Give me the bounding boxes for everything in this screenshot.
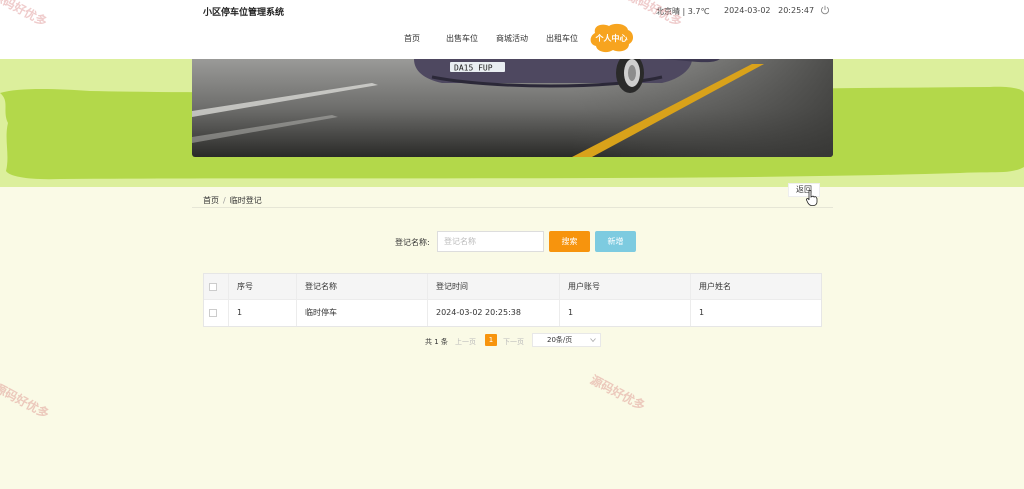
page-size-value: 20条/页: [547, 336, 573, 344]
breadcrumb-home[interactable]: 首页: [203, 196, 219, 205]
site-title: 小区停车位管理系统: [203, 8, 285, 18]
nav-personal-center[interactable]: 个人中心: [589, 23, 634, 53]
table-row[interactable]: 1 临时停车 2024-03-02 20:25:38 1 1: [204, 300, 821, 326]
cell-account: 1: [560, 300, 691, 326]
search-input[interactable]: [437, 231, 544, 252]
pagination-next[interactable]: 下一页: [503, 337, 524, 347]
add-button[interactable]: 新增: [595, 231, 636, 252]
breadcrumb-divider: [192, 207, 833, 208]
hand-cursor-icon: [806, 190, 818, 206]
watermark: 源码好优多: [587, 372, 648, 414]
breadcrumb: 首页 / 临时登记: [203, 195, 262, 206]
nav-sell-parking[interactable]: 出售车位: [446, 33, 478, 44]
select-all-checkbox[interactable]: [209, 283, 217, 291]
pagination-current-page[interactable]: 1: [485, 334, 497, 346]
watermark: 源码好优多: [0, 380, 52, 422]
pagination-total: 共 1 条: [425, 338, 448, 346]
license-plate: DA15 FUP: [454, 64, 493, 73]
column-header-name: 登记名称: [297, 274, 428, 299]
data-table: 序号 登记名称 登记时间 用户账号 用户姓名 1 临时停车 2024-03-02…: [203, 273, 822, 327]
column-header-index: 序号: [229, 274, 297, 299]
column-header-time: 登记时间: [428, 274, 560, 299]
search-button[interactable]: 搜索: [549, 231, 590, 252]
search-label: 登记名称:: [395, 238, 430, 247]
cell-name: 临时停车: [297, 300, 428, 326]
nav-personal-center-label: 个人中心: [595, 34, 628, 43]
cell-username: 1: [699, 308, 705, 317]
breadcrumb-current: 临时登记: [229, 196, 262, 205]
nav-rent-parking[interactable]: 出租车位: [546, 33, 578, 44]
pagination-prev[interactable]: 上一页: [455, 337, 476, 347]
datetime: 2024-03-02 20:25:47: [724, 6, 815, 15]
chevron-down-icon: [590, 338, 596, 343]
row-select-cell: [204, 300, 229, 326]
cell-index: 1: [229, 300, 297, 326]
banner-image: DA15 FUP: [192, 59, 833, 157]
cell-time: 2024-03-02 20:25:38: [428, 300, 560, 326]
table-header-row: 序号 登记名称 登记时间 用户账号 用户姓名: [204, 274, 821, 300]
breadcrumb-separator: /: [223, 196, 226, 205]
column-header-username: 用户姓名: [699, 282, 731, 291]
row-checkbox[interactable]: [209, 309, 217, 317]
column-header-account: 用户账号: [560, 274, 691, 299]
select-all-cell: [204, 274, 229, 299]
nav-mall-activity[interactable]: 商城活动: [496, 33, 528, 44]
nav-home[interactable]: 首页: [404, 33, 420, 44]
top-header: 小区停车位管理系统 北京晴 | 3.7℃ 2024-03-02 20:25:47…: [0, 0, 1024, 59]
power-icon[interactable]: [820, 5, 830, 15]
page-size-select[interactable]: 20条/页: [532, 333, 601, 347]
